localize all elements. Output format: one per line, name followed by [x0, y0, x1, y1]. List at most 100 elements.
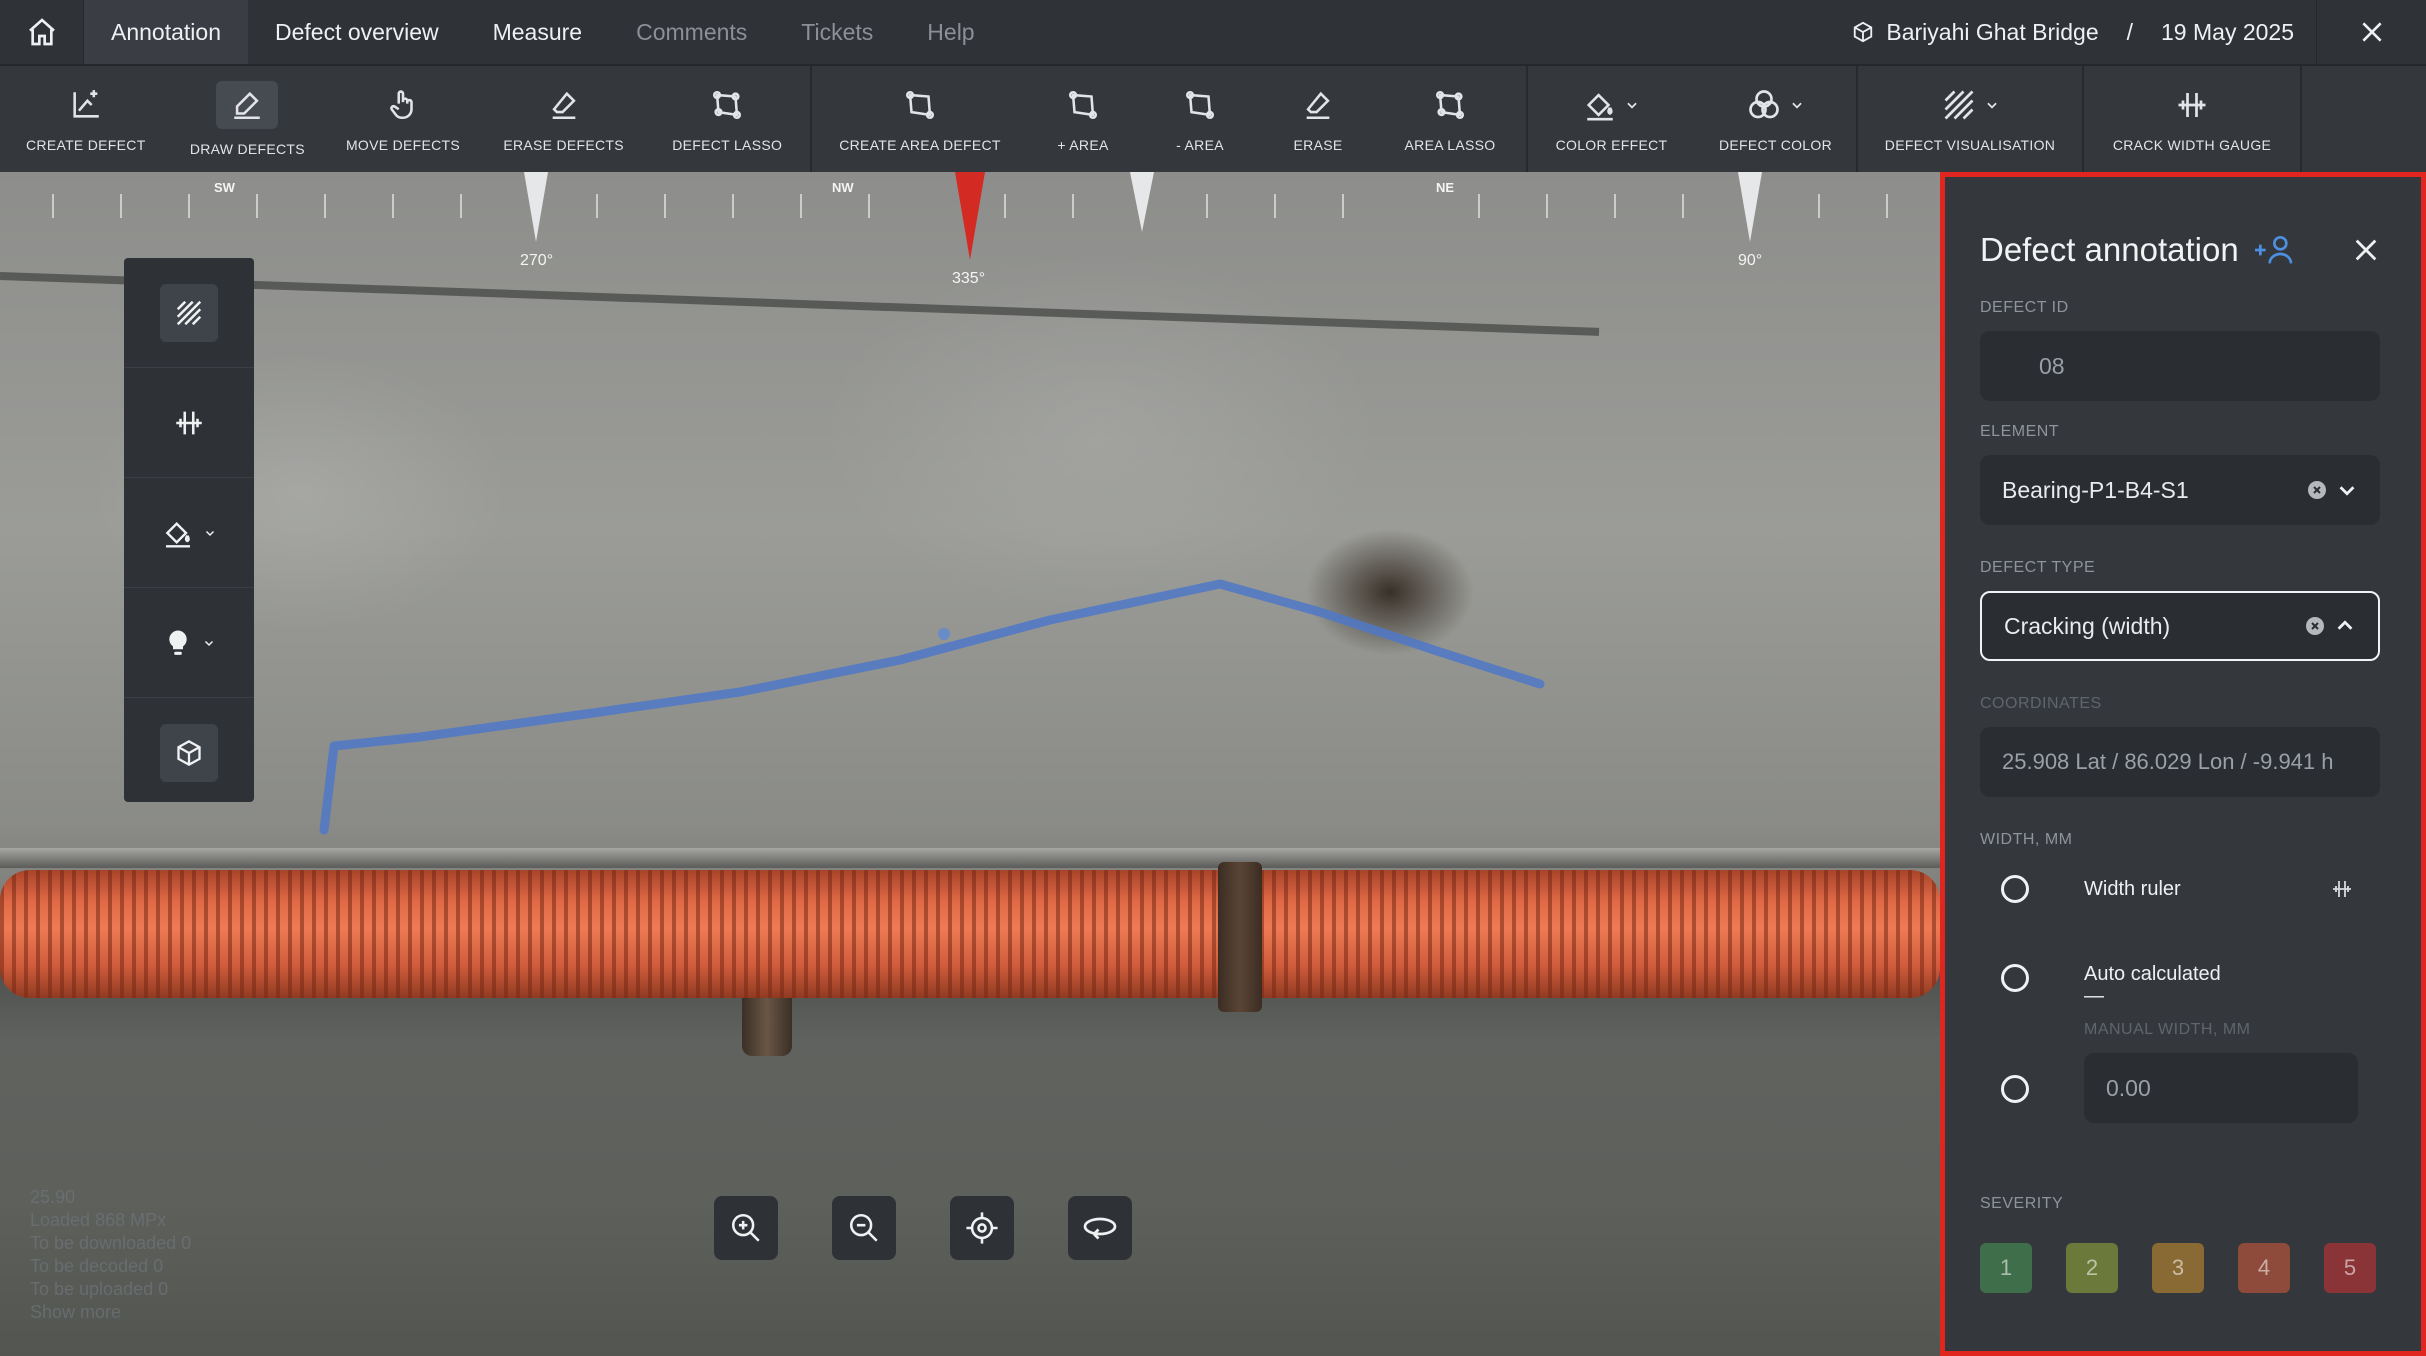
coordinates-field: 25.908 Lat / 86.029 Lon / -9.941 h [1980, 727, 2380, 797]
defect-type-select[interactable]: Cracking (width) [1980, 591, 2380, 661]
coordinates-label: COORDINATES [1980, 695, 2102, 712]
stat-line: To be downloaded 0 [30, 1233, 192, 1253]
auto-calculated-option[interactable]: Auto calculated — [1980, 949, 2380, 1007]
stat-line: To be uploaded 0 [30, 1279, 169, 1299]
area-remove-icon [1185, 90, 1215, 120]
tab-tickets[interactable]: Tickets [774, 0, 900, 64]
recenter-button[interactable] [950, 1196, 1014, 1260]
crack-width-gauge-button[interactable]: CRACK WIDTH GAUGE [2084, 66, 2300, 172]
chevron-up-icon [2337, 620, 2353, 630]
compass-marker-90 [1738, 172, 1762, 242]
defect-tools-group: CREATE DEFECT DRAW DEFECTS MOVE DEFECTS … [0, 66, 812, 172]
tool-label: DEFECT COLOR [1718, 137, 1832, 153]
tool-label: + AREA [1057, 137, 1109, 153]
tool-label: DEFECT VISUALISATION [1884, 137, 2056, 153]
zoom-out-button[interactable] [832, 1196, 896, 1260]
light-bulb-icon [169, 630, 187, 655]
breadcrumb-separator: / [2126, 18, 2134, 45]
chevron-down-icon [205, 530, 215, 536]
compass-ruler: SW NW NE 270° 335° 90° [0, 172, 1940, 287]
side-crack-gauge-button[interactable] [124, 368, 254, 478]
stat-line: To be decoded 0 [30, 1256, 164, 1276]
zoom-in-button[interactable] [714, 1196, 778, 1260]
severity-4-button[interactable]: 4 [2238, 1243, 2290, 1293]
defect-id-field[interactable]: 08 [1980, 331, 2380, 401]
paint-bucket-icon [1587, 93, 1614, 121]
breadcrumb: Bariyahi Ghat Bridge / 19 May 2025 [1852, 0, 2426, 65]
crack-gauge-icon[interactable] [2330, 877, 2354, 901]
severity-3-button[interactable]: 3 [2152, 1243, 2204, 1293]
project-name: Bariyahi Ghat Bridge [1886, 18, 2099, 45]
tool-label: CRACK WIDTH GAUGE [2112, 137, 2272, 153]
image-viewer[interactable]: SW NW NE 270° 335° 90° 25.90 Loaded 868 … [0, 172, 1940, 1356]
compass-label-ne: NE [1436, 180, 1455, 195]
defect-color-button[interactable]: DEFECT COLOR [1695, 66, 1856, 172]
severity-2-button[interactable]: 2 [2066, 1243, 2118, 1293]
auto-calculated-radio[interactable] [2001, 964, 2029, 992]
hatch-icon [176, 300, 202, 325]
compass-degree-90: 90° [1738, 252, 1763, 269]
create-defect-button[interactable]: CREATE DEFECT [0, 66, 172, 172]
inspection-date[interactable]: 19 May 2025 [2139, 19, 2316, 46]
width-ruler-radio[interactable] [2001, 875, 2029, 903]
clear-defect-type-button[interactable] [2306, 617, 2324, 635]
orbit-button[interactable] [1068, 1196, 1132, 1260]
manual-width-radio[interactable] [2001, 1075, 2029, 1103]
tool-label: DRAW DEFECTS [189, 141, 305, 157]
auto-calculated-value: — [2084, 985, 2104, 1007]
manual-width-value: 0.00 [2106, 1074, 2151, 1101]
defect-annotation-panel: Defect annotation DEFECT ID 08 ELEMENT B… [1940, 172, 2426, 1356]
width-label: WIDTH, MM [1980, 831, 2073, 848]
draw-defects-button[interactable]: DRAW DEFECTS [172, 66, 324, 172]
side-color-effect-button[interactable] [124, 478, 254, 588]
chevron-down-icon [204, 640, 214, 646]
close-panel-button[interactable] [2352, 236, 2380, 264]
cube-icon [177, 739, 201, 767]
manual-width-label: MANUAL WIDTH, MM [2084, 1021, 2251, 1038]
remove-area-button[interactable]: - AREA [1138, 66, 1262, 172]
side-lighting-button[interactable] [124, 588, 254, 698]
create-area-defect-button[interactable]: CREATE AREA DEFECT [812, 66, 1028, 172]
side-hatch-button[interactable] [124, 258, 254, 368]
tool-label: ERASE DEFECTS [503, 137, 624, 153]
side-3d-model-button[interactable] [124, 698, 254, 808]
area-icon [905, 90, 935, 120]
tab-comments[interactable]: Comments [609, 0, 774, 64]
tool-label: AREA LASSO [1404, 137, 1496, 153]
lasso-icon [713, 90, 742, 120]
severity-1-button[interactable]: 1 [1980, 1243, 2032, 1293]
add-area-button[interactable]: + AREA [1028, 66, 1138, 172]
erase-area-button[interactable]: ERASE [1262, 66, 1374, 172]
erase-defects-icon [551, 91, 576, 120]
color-effect-button[interactable]: COLOR EFFECT [1528, 66, 1695, 172]
defect-lasso-button[interactable]: DEFECT LASSO [644, 66, 810, 172]
manual-width-input[interactable]: 0.00 [2084, 1053, 2358, 1123]
tool-label: CREATE DEFECT [26, 137, 146, 153]
panel-header: Defect annotation [1980, 225, 2380, 275]
home-icon [28, 18, 55, 46]
panel-title: Defect annotation [1980, 231, 2239, 268]
tab-help[interactable]: Help [900, 0, 1001, 64]
severity-5-button[interactable]: 5 [2324, 1243, 2376, 1293]
element-select[interactable]: Bearing-P1-B4-S1 [1980, 455, 2380, 525]
width-ruler-option[interactable]: Width ruler [1980, 875, 2380, 903]
tab-measure[interactable]: Measure [466, 0, 609, 64]
show-more-link[interactable]: Show more [30, 1301, 191, 1324]
home-button[interactable] [0, 0, 84, 64]
tab-defect-overview[interactable]: Defect overview [248, 0, 466, 64]
bridge-model-icon [1854, 21, 1873, 43]
close-project-button[interactable] [2316, 0, 2426, 65]
assign-user-button[interactable] [2253, 234, 2297, 266]
tab-annotation[interactable]: Annotation [84, 0, 248, 64]
area-lasso-button[interactable]: AREA LASSO [1374, 66, 1526, 172]
erase-defects-button[interactable]: ERASE DEFECTS [483, 66, 645, 172]
move-defects-button[interactable]: MOVE DEFECTS [323, 66, 483, 172]
width-ruler-label: Width ruler [2084, 877, 2181, 900]
severity-selector: 1 2 3 4 5 [1980, 1243, 2376, 1293]
clear-element-button[interactable] [2308, 481, 2326, 499]
move-defects-icon [390, 90, 413, 120]
chevron-down-icon [1792, 102, 1803, 109]
project-selector[interactable]: Bariyahi Ghat Bridge [1852, 19, 2120, 46]
defect-visualisation-button[interactable]: DEFECT VISUALISATION [1858, 66, 2082, 172]
tool-label: CREATE AREA DEFECT [839, 137, 1001, 153]
